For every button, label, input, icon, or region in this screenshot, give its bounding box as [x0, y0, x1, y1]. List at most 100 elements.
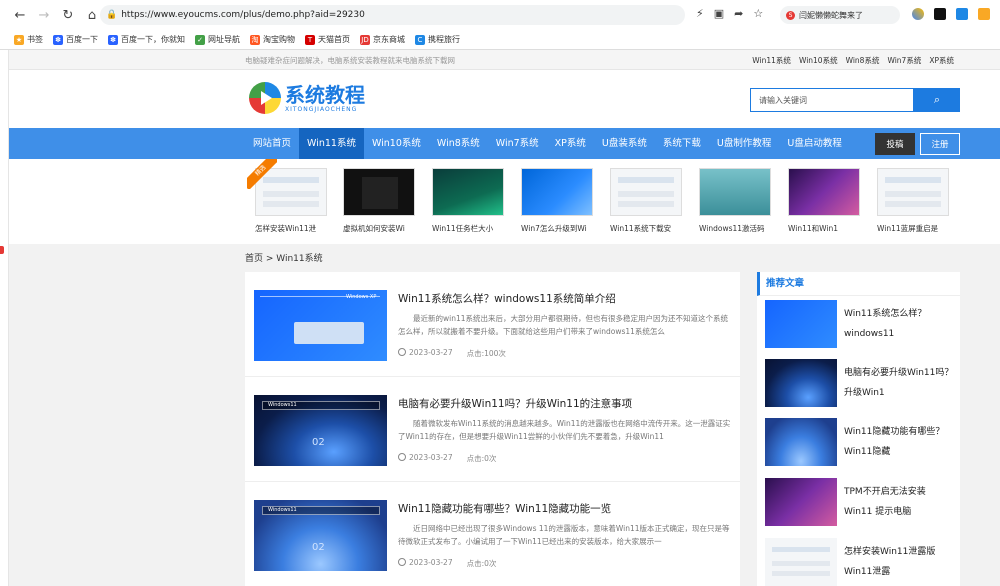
address-url: https://www.eyoucms.com/plus/demo.php?ai…: [121, 10, 365, 20]
article-item[interactable]: 02 Windows11 电脑有必要升级Win11吗？升级Win11的注意事项 …: [245, 377, 740, 482]
site-notice: 电脑疑难杂症问题解决，电脑系统安装教程就来电脑系统下载网: [245, 56, 455, 65]
thumb-image: [877, 168, 949, 216]
recommended-item[interactable]: Win11系统怎么样？windows11: [765, 300, 955, 350]
thumb-image: [610, 168, 682, 216]
bookmark-item[interactable]: T 天猫首页: [305, 34, 350, 45]
thumb-card[interactable]: Win11任务栏大小: [432, 168, 504, 234]
nav-item[interactable]: Win8系统: [429, 128, 488, 159]
extension-icon[interactable]: [912, 8, 924, 20]
share-icon[interactable]: ➦: [734, 7, 743, 20]
star-icon[interactable]: ☆: [753, 7, 763, 20]
recommended-image: [765, 300, 837, 348]
recommended-item[interactable]: 怎样安装Win11泄露版 Win11泄露: [765, 538, 955, 586]
flash-icon[interactable]: ⚡: [696, 7, 704, 20]
quick-link[interactable]: Win10系统: [799, 55, 838, 66]
nav-item[interactable]: XP系统: [547, 128, 594, 159]
search-icon: ⌕: [933, 93, 941, 106]
recommended-item[interactable]: 电脑有必要升级Win11吗？升级Win1: [765, 359, 955, 409]
site-search-input[interactable]: 请输入关键词: [750, 88, 914, 112]
quick-link[interactable]: Win11系统: [752, 55, 791, 66]
article-item[interactable]: 02 Windows11 Win11隐藏功能有哪些？Win11隐藏功能一览 近日…: [245, 482, 740, 586]
nav-item-active[interactable]: Win11系统: [299, 128, 364, 159]
article-image: 02 Windows11: [254, 500, 387, 571]
lock-icon: 🔒: [106, 10, 118, 20]
quick-link[interactable]: XP系统: [929, 55, 954, 66]
sidebar-heading: 推荐文章: [757, 272, 960, 296]
article-date: 2023-03-27: [398, 453, 453, 464]
recommended-title: Win11隐藏功能有哪些？Win11隐藏: [844, 427, 945, 457]
win11-caption: Windows11: [268, 507, 297, 513]
back-icon[interactable]: ←: [10, 5, 30, 25]
recommended-item[interactable]: TPM不开启无法安装Win11 提示电脑: [765, 478, 955, 528]
search-button[interactable]: ⌕: [914, 88, 960, 112]
article-clicks: 点击:0次: [466, 559, 497, 568]
nav-item[interactable]: U盘启动教程: [779, 128, 849, 159]
article-summary: 最近新的win11系统出来后，大部分用户都很期待，但也有很多稳定用户因为还不知道…: [398, 314, 729, 336]
clock-icon: [398, 558, 406, 566]
nav-item[interactable]: 网站首页: [245, 128, 299, 159]
reload-icon[interactable]: ↻: [58, 5, 78, 25]
paw-icon: ✽: [108, 34, 118, 45]
extension-icon[interactable]: [934, 8, 946, 20]
star-icon: ★: [14, 34, 24, 45]
side-panel-strip: [0, 50, 9, 586]
breadcrumb[interactable]: 首页 > Win11系统: [245, 251, 323, 264]
nav-item[interactable]: Win7系统: [488, 128, 547, 159]
article-item[interactable]: Windows XP Win11系统怎么样？windows11系统简单介绍 最近…: [245, 272, 740, 377]
recommended-title: 怎样安装Win11泄露版 Win11泄露: [844, 547, 936, 577]
thumb-caption: Win11系统下载安: [610, 224, 672, 233]
bookmark-item[interactable]: C 携程旅行: [415, 34, 460, 45]
recommended-image: [765, 478, 837, 526]
ctrip-icon: C: [415, 34, 425, 45]
forward-icon[interactable]: →: [34, 5, 54, 25]
browser-toolbar: ← → ↻ ⌂ 🔒 https://www.eyoucms.com/plus/d…: [0, 0, 1000, 30]
recommended-title: Win11系统怎么样？windows11: [844, 309, 927, 339]
thumb-caption: 怎样安装Win11泄: [255, 224, 317, 233]
thumb-card[interactable]: 精选 怎样安装Win11泄: [247, 159, 327, 234]
thumb-card[interactable]: 虚拟机如何安装Wi: [343, 168, 415, 234]
register-button[interactable]: 注册: [920, 133, 960, 155]
thumb-image: [343, 168, 415, 216]
thumb-card[interactable]: Win7怎么升级到Wi: [521, 168, 593, 234]
search-engine-icon: S: [786, 10, 795, 20]
recommended-item[interactable]: Win11隐藏功能有哪些？Win11隐藏: [765, 418, 955, 468]
quick-link[interactable]: Win8系统: [846, 55, 880, 66]
bookmark-item[interactable]: ★ 书签: [14, 34, 43, 45]
article-title[interactable]: Win11隐藏功能有哪些？Win11隐藏功能一览: [398, 501, 611, 516]
article-clicks: 点击:0次: [466, 454, 497, 463]
thumb-image: [788, 168, 860, 216]
site-logo[interactable]: 系统教程 XITONGJIAOCHENG: [249, 82, 365, 114]
thumb-caption: Win11和Win1: [788, 224, 838, 233]
thumb-card[interactable]: Win11系统下载安: [610, 168, 682, 234]
bookmark-item[interactable]: ✽ 百度一下，你就知: [108, 34, 185, 45]
submit-button[interactable]: 投稿: [875, 133, 915, 155]
nav-item[interactable]: U盘制作教程: [709, 128, 779, 159]
bookmark-item[interactable]: ✓ 网址导航: [195, 34, 240, 45]
nav-item[interactable]: Win10系统: [364, 128, 429, 159]
article-summary: 随着微软发布Win11系统的消息越来越多。Win11的泄露版也在网络中流传开来。…: [398, 419, 731, 441]
thumb-caption: 虚拟机如何安装Wi: [343, 224, 405, 233]
site-header: 系统教程 XITONGJIAOCHENG 请输入关键词 ⌕: [9, 70, 1000, 128]
nav-item[interactable]: 系统下载: [655, 128, 709, 159]
article-title[interactable]: Win11系统怎么样？windows11系统简单介绍: [398, 291, 616, 306]
bookmark-item[interactable]: ✽ 百度一下: [53, 34, 98, 45]
clock-icon: [398, 348, 406, 356]
quick-link[interactable]: Win7系统: [887, 55, 921, 66]
bookmark-item[interactable]: JD 京东商城: [360, 34, 405, 45]
thumb-card[interactable]: Win11蓝屏重启是: [877, 168, 949, 234]
site-topbar: 电脑疑难杂症问题解决，电脑系统安装教程就来电脑系统下载网 Win11系统 Win…: [9, 50, 1000, 70]
browser-search-box[interactable]: S 闫妮懒懒蛇舞来了: [780, 6, 900, 24]
article-title[interactable]: 电脑有必要升级Win11吗？升级Win11的注意事项: [398, 396, 632, 411]
bookmark-item[interactable]: 淘淘宝购物: [250, 34, 295, 45]
translate-icon[interactable]: [956, 8, 968, 20]
address-bar[interactable]: 🔒 https://www.eyoucms.com/plus/demo.php?…: [100, 5, 685, 25]
bookmarks-bar: ★ 书签 ✽ 百度一下 ✽ 百度一下，你就知 ✓ 网址导航 淘淘宝购物 T 天猫首页 JD…: [0, 30, 1000, 50]
xp-caption: Windows XP: [346, 294, 377, 300]
thumb-card[interactable]: Win11和Win1: [788, 168, 860, 234]
nav-item[interactable]: U盘装系统: [594, 128, 655, 159]
screenshot-icon[interactable]: ▣: [714, 7, 724, 20]
thumb-card[interactable]: Windows11激活码: [699, 168, 771, 234]
home-icon[interactable]: ⌂: [82, 5, 102, 25]
thumb-image: [432, 168, 504, 216]
folder-icon[interactable]: [978, 8, 990, 20]
